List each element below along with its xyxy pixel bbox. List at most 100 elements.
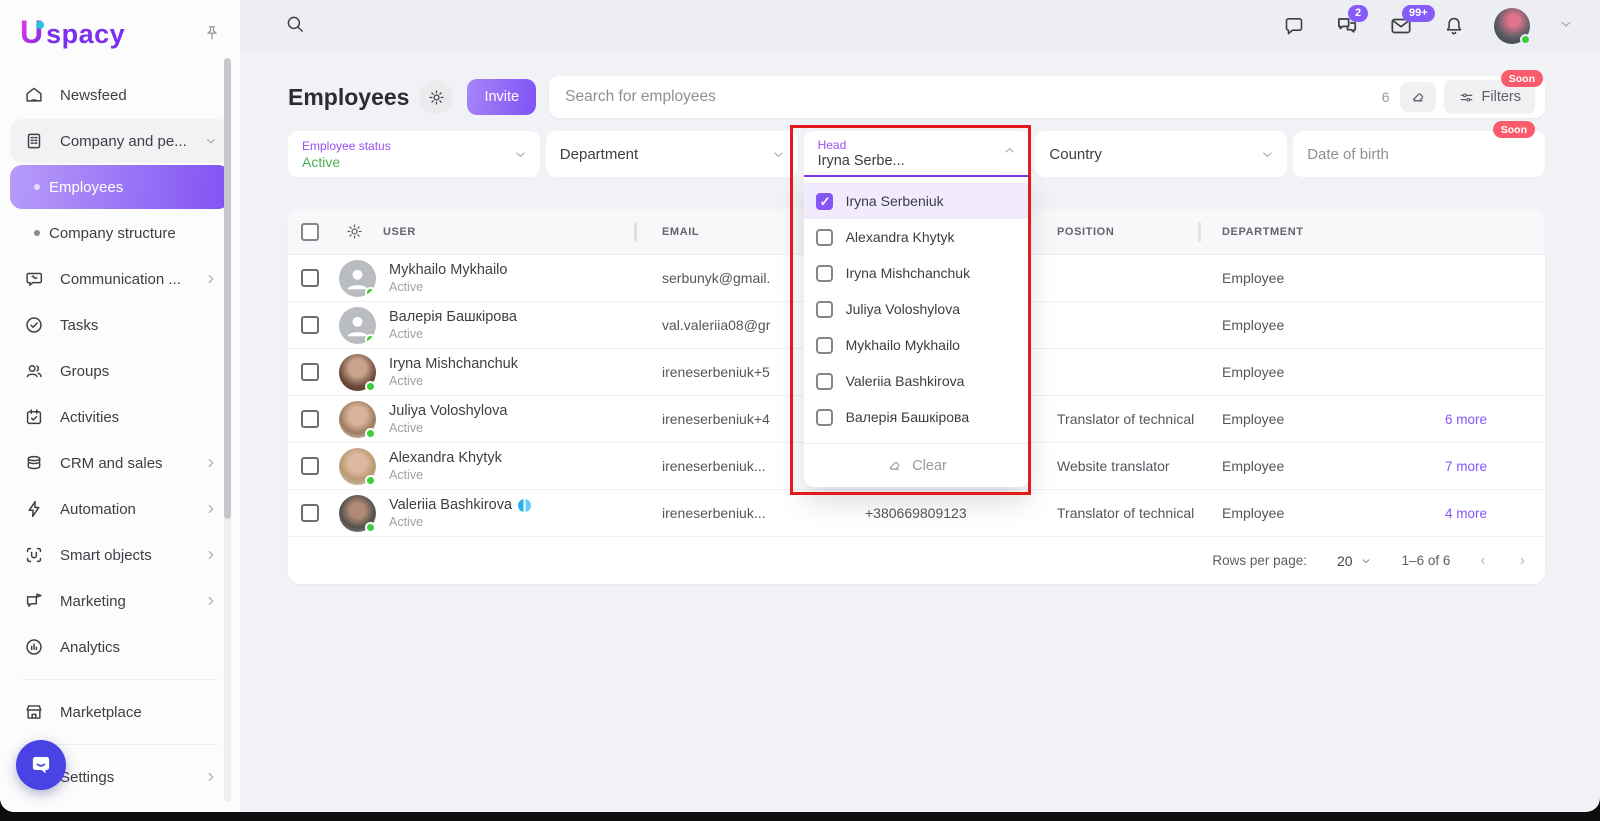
user-avatar[interactable]	[1494, 8, 1530, 44]
bullet-dot	[34, 184, 40, 190]
search-input[interactable]	[565, 88, 1382, 106]
checkbox[interactable]	[816, 301, 833, 318]
filters-button[interactable]: Filters Soon	[1444, 80, 1535, 114]
chats-icon[interactable]: 2	[1334, 13, 1360, 39]
chevron-right-icon	[204, 272, 218, 286]
column-header-user[interactable]: USER	[376, 226, 634, 238]
dropdown-option[interactable]: Mykhailo Mykhailo	[804, 327, 1030, 363]
sidebar-item-marketplace[interactable]: Marketplace	[10, 690, 230, 734]
sidebar-item-crm[interactable]: CRM and sales	[10, 441, 230, 485]
scrollbar-thumb[interactable]	[224, 58, 231, 519]
row-checkbox[interactable]	[301, 457, 319, 475]
row-checkbox[interactable]	[301, 363, 319, 381]
department-cell: Employee	[1198, 458, 1378, 474]
row-checkbox[interactable]	[301, 316, 319, 334]
online-dot	[365, 287, 376, 297]
mail-icon[interactable]: 99+	[1388, 13, 1414, 39]
filter-date-of-birth[interactable]: Date of birth Soon	[1293, 131, 1545, 177]
sidebar-item-tasks[interactable]: Tasks	[10, 303, 230, 347]
table-settings-gear-icon[interactable]	[332, 222, 376, 241]
page-size-select[interactable]: 20	[1337, 553, 1372, 569]
building-icon	[22, 130, 46, 152]
sidebar-item-automation[interactable]: Automation	[10, 487, 230, 531]
dropdown-option[interactable]: Iryna Mishchanchuk	[804, 255, 1030, 291]
check-circle-icon	[22, 314, 46, 336]
more-link[interactable]: 4 more	[1378, 506, 1545, 521]
chevron-right-icon	[204, 456, 218, 470]
uspacy-logo[interactable]: Uspacy	[20, 14, 125, 51]
logo-text: spacy	[46, 19, 125, 50]
avatar-placeholder	[339, 260, 376, 297]
online-dot	[365, 475, 376, 486]
checkbox[interactable]	[816, 373, 833, 390]
sidebar-item-newsfeed[interactable]: Newsfeed	[10, 73, 230, 117]
avatar-placeholder	[339, 307, 376, 344]
more-link[interactable]: 7 more	[1378, 459, 1545, 474]
store-icon	[22, 701, 46, 723]
column-header-email[interactable]: EMAIL	[634, 226, 830, 238]
sidebar-item-activities[interactable]: Activities	[10, 395, 230, 439]
dropdown-option[interactable]: Valeriia Bashkirova	[804, 363, 1030, 399]
profile-chevron-down-icon[interactable]	[1558, 16, 1574, 37]
clear-search-button[interactable]	[1400, 82, 1436, 112]
checkbox[interactable]	[816, 409, 833, 426]
email-cell: val.valeriia08@gr	[634, 317, 830, 333]
checkbox[interactable]	[816, 265, 833, 282]
sidebar-item-communication[interactable]: Communication ...	[10, 257, 230, 301]
home-icon	[22, 84, 46, 106]
chevron-right-icon	[204, 548, 218, 562]
dropdown-option[interactable]: Juliya Voloshylova	[804, 291, 1030, 327]
filter-label: Employee status	[302, 139, 513, 153]
invite-button[interactable]: Invite	[467, 79, 536, 115]
department-cell: Employee	[1198, 505, 1378, 521]
filter-department[interactable]: Department	[546, 131, 798, 177]
dropdown-option[interactable]: Валерія Башкірова	[804, 399, 1030, 435]
table-row[interactable]: Valeriia BashkirovaActive ireneserbeniuk…	[288, 489, 1545, 536]
chats-count-badge: 2	[1348, 5, 1368, 22]
row-checkbox[interactable]	[301, 410, 319, 428]
sidebar-item-company-structure[interactable]: Company structure	[10, 211, 230, 255]
dropdown-option[interactable]: Iryna Serbeniuk	[804, 183, 1030, 219]
row-checkbox[interactable]	[301, 504, 319, 522]
filter-country[interactable]: Country	[1035, 131, 1287, 177]
sidebar-item-company-and-people[interactable]: Company and pe...	[10, 119, 230, 163]
chat-launcher-button[interactable]	[16, 740, 66, 790]
filter-employee-status[interactable]: Employee status Active	[288, 131, 540, 177]
next-page-chevron-icon[interactable]: ›	[1520, 552, 1525, 570]
page-range: 1–6 of 6	[1402, 553, 1451, 568]
logo-dot	[36, 21, 44, 29]
search-icon[interactable]	[284, 13, 306, 40]
row-checkbox[interactable]	[301, 269, 319, 287]
prev-page-chevron-icon[interactable]: ‹	[1480, 552, 1485, 570]
sidebar-scrollbar[interactable]	[224, 58, 231, 802]
profile-badge-icon	[518, 499, 531, 512]
bell-icon[interactable]	[1442, 14, 1466, 38]
filters-label: Filters	[1482, 89, 1521, 105]
column-header-position[interactable]: POSITION	[1026, 226, 1198, 238]
sidebar-item-groups[interactable]: Groups	[10, 349, 230, 393]
position-cell: Translator of technical ...	[1026, 411, 1198, 427]
sidebar-item-smart-objects[interactable]: Smart objects	[10, 533, 230, 577]
head-select[interactable]: Head Iryna Serbe...	[804, 131, 1030, 177]
column-header-department[interactable]: DEPARTMENT	[1198, 226, 1378, 238]
chevron-right-icon	[204, 594, 218, 608]
checkbox-checked[interactable]	[816, 193, 833, 210]
checkbox[interactable]	[816, 229, 833, 246]
clear-selection-button[interactable]: Clear	[804, 443, 1030, 487]
chevron-down-icon	[204, 134, 218, 148]
comment-icon[interactable]	[1282, 14, 1306, 38]
email-cell: serbunyk@gmail.	[634, 270, 830, 286]
sidebar-item-analytics[interactable]: Analytics	[10, 625, 230, 669]
sidebar-item-employees[interactable]: Employees	[10, 165, 230, 209]
mail-count-badge: 99+	[1402, 5, 1435, 22]
online-dot	[365, 381, 376, 392]
dropdown-option[interactable]: Alexandra Khytyk	[804, 219, 1030, 255]
more-link[interactable]: 6 more	[1378, 412, 1545, 427]
online-dot	[365, 522, 376, 533]
checkbox[interactable]	[816, 337, 833, 354]
pin-icon[interactable]	[202, 23, 222, 43]
select-all-checkbox[interactable]	[301, 223, 319, 241]
sidebar-item-marketing[interactable]: Marketing	[10, 579, 230, 623]
email-cell: ireneserbeniuk...	[634, 505, 830, 521]
page-settings-gear-icon[interactable]	[419, 80, 453, 114]
